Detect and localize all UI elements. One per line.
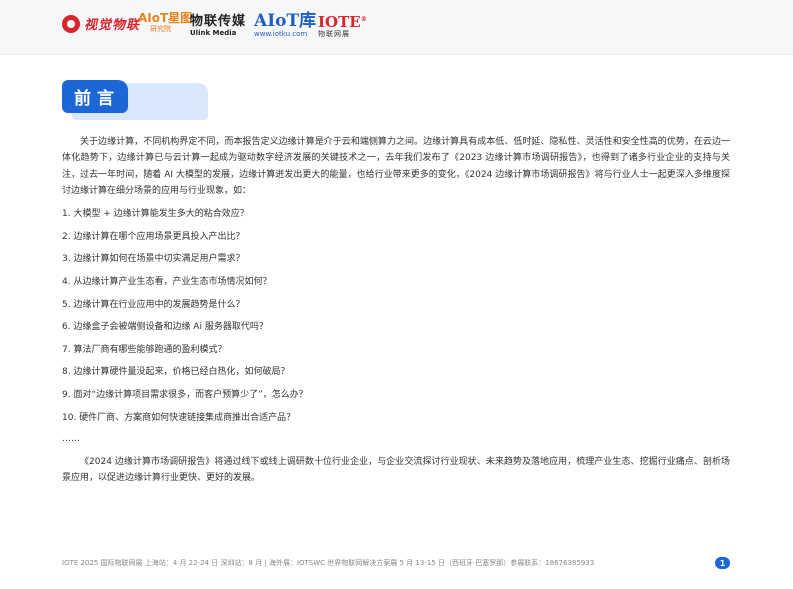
question-item-2: 2. 边缘计算在哪个应用场景更具投入产出比？ [62,231,245,242]
aiot-research-logo: AIoT星图 研究院 [138,12,192,34]
question-item-4: 4. 从边缘计算产业生态看，产业生态市场情况如何？ [62,277,272,287]
section-title-label: 前言 [62,80,128,113]
wulian-chuanmei-logo: 物联传媒 Ulink Media [190,14,246,38]
question-item-1: 1. 大模型 + 边缘计算能发生多大的粘合效应？ [62,209,249,220]
iote-registered-mark: ® [360,16,367,23]
question-item-3: 3. 边缘计算如何在场景中切实满足用户需求？ [62,254,245,265]
shijue-logo-text: 视觉物联 [84,18,141,33]
iote-logo-sub: 物联网展 [318,30,350,38]
section-title: 前言 [62,80,212,120]
question-list: 1. 大模型 + 边缘计算能发生多大的粘合效应？ 2. 边缘计算在哪个应用场景更… [62,206,730,425]
aiot-ku-logo-text: AIoT库 [254,11,317,31]
question-item-6: 6. 边缘盒子会被端侧设备和边缘 Ai 服务器取代吗？ [62,322,268,333]
iote-logo: IOTE® 物联网展 [318,12,367,39]
question-item-10: 10. 硬件厂商、方案商如何快速链接集成商推出合适产品？ [62,412,296,423]
aiot-ku-url: www.iotku.com [254,30,308,38]
ulink-media-logo-text: Ulink Media [190,29,237,37]
footer-text: IOTE 2025 国际物联网展 上海站：4 月 22-24 日 深圳站：8 月… [62,559,595,567]
aiot-ku-logo: AIoT库 www.iotku.com [254,12,316,39]
wulian-chuanmei-logo-text: 物联传媒 [190,14,247,29]
question-item-9: 9. 面对“边缘计算项目需求很多，而客户预算少了”，怎么办？ [62,389,308,400]
iote-logo-text: IOTE® [318,12,367,30]
shijue-logo: 视觉物联 [62,14,140,33]
aiot-research-logo-bottom: 研究院 [150,25,171,33]
page-number: 1 [715,557,730,569]
aiot-research-logo-top: AIoT星图 [138,11,193,25]
question-item-8: 8. 边缘计算硬件量没起来，价格已经白热化，如何破局？ [62,367,290,378]
iote-logo-word: IOTE [318,13,361,31]
header-bar: 视觉物联 AIoT星图 研究院 物联传媒 Ulink Media AIoT库 w… [0,0,793,55]
main-content: 关于边缘计算，不同机构界定不同，而本报告定义边缘计算是介于云和端侧算力之间。边缘… [62,134,730,486]
closing-paragraph: 《2024 边缘计算市场调研报告》将通过线下或线上调研数十位行业企业，与企业交流… [62,456,730,483]
eye-icon [62,14,80,33]
question-item-7: 7. 算法厂商有哪些能够跑通的盈利模式？ [62,344,227,355]
ellipsis: …… [62,433,80,444]
question-item-5: 5. 边缘计算在行业应用中的发展趋势是什么？ [62,299,245,310]
footer: IOTE 2025 国际物联网展 上海站：4 月 22-24 日 深圳站：8 月… [62,557,730,569]
intro-paragraph: 关于边缘计算，不同机构界定不同，而本报告定义边缘计算是介于云和端侧算力之间。边缘… [62,137,730,197]
